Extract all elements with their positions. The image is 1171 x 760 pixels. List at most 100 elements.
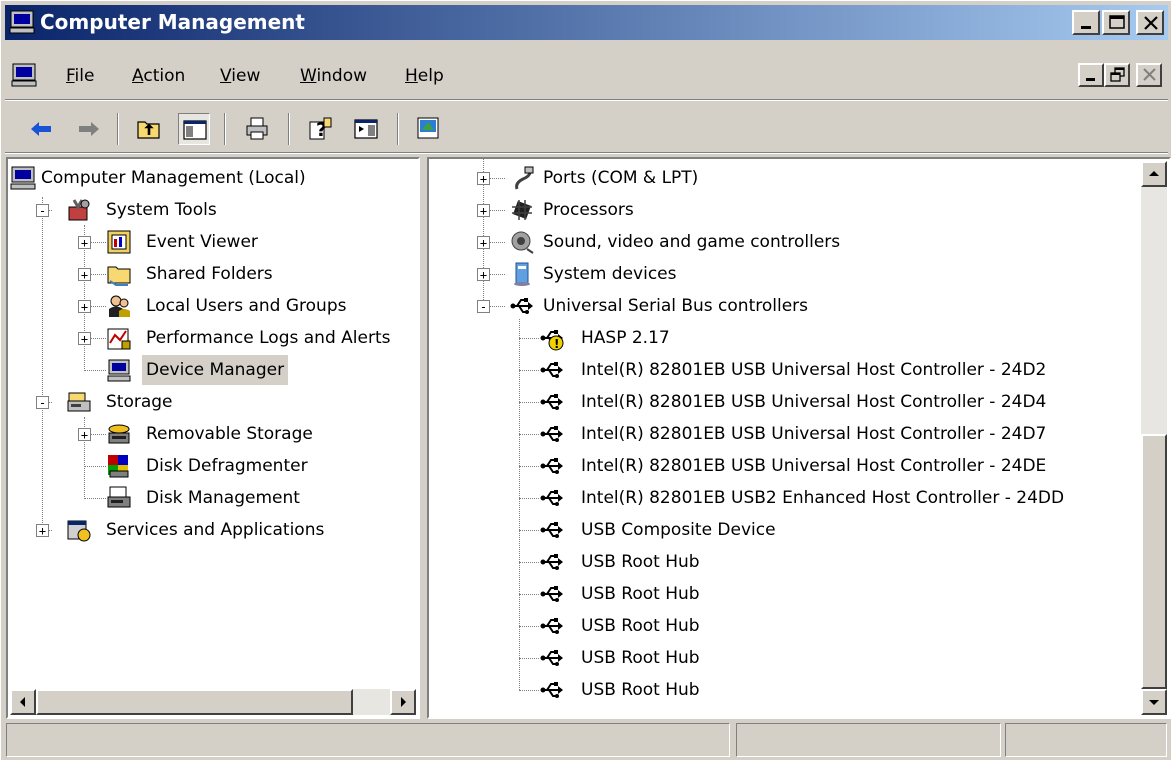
tree-horizontal-scrollbar[interactable] <box>10 689 416 715</box>
tree-node-disk-defragmenter[interactable]: Disk Defragmenter <box>8 451 418 481</box>
expand-toggle[interactable]: + <box>78 300 91 314</box>
scroll-up-button[interactable] <box>1141 161 1167 187</box>
processor-icon <box>512 200 532 220</box>
print-button[interactable] <box>241 113 273 145</box>
computer-management-window: Computer Management File Action View Win… <box>0 0 1171 760</box>
up-one-level-button[interactable] <box>133 113 165 145</box>
toolbar: ? <box>5 107 1168 151</box>
device-category-sound-video-game[interactable]: + Sound, video and game controllers <box>429 227 1129 257</box>
title-bar[interactable]: Computer Management <box>5 5 1168 40</box>
scroll-right-button[interactable] <box>390 689 416 715</box>
device-category-usb-controllers[interactable]: - Universal Serial Bus controllers <box>429 291 1129 321</box>
computer-management-icon <box>9 10 35 34</box>
show-hide-action-pane-button[interactable] <box>350 113 382 145</box>
event-viewer-icon <box>107 230 131 254</box>
properties-button[interactable] <box>413 113 445 145</box>
menu-window[interactable]: Window <box>300 65 367 87</box>
forward-arrow-icon <box>79 122 99 136</box>
expand-toggle[interactable]: + <box>78 236 91 250</box>
menu-view[interactable]: View <box>220 65 260 87</box>
show-hide-action-pane-icon <box>354 119 378 139</box>
close-icon <box>1143 68 1156 81</box>
system-devices-icon <box>514 262 530 286</box>
menu-action[interactable]: Action <box>132 65 185 87</box>
collapse-toggle[interactable]: - <box>477 300 490 314</box>
print-icon <box>246 117 268 140</box>
expand-toggle[interactable]: + <box>477 204 490 218</box>
tree-node-local-users-and-groups[interactable]: + Local Users and Groups <box>8 291 418 321</box>
usb-device-item[interactable]: USB Root Hub <box>429 547 1129 577</box>
usb-device-item[interactable]: USB Root Hub <box>429 579 1129 609</box>
usb-device-item[interactable]: Intel(R) 82801EB USB Universal Host Cont… <box>429 387 1129 417</box>
expand-toggle[interactable]: + <box>477 268 490 282</box>
usb-device-item[interactable]: Intel(R) 82801EB USB Universal Host Cont… <box>429 451 1129 481</box>
usb-icon <box>540 586 563 602</box>
close-icon <box>1144 16 1158 30</box>
scroll-left-button[interactable] <box>10 689 36 715</box>
device-category-system-devices[interactable]: + System devices <box>429 259 1129 289</box>
maximize-button[interactable] <box>1102 10 1130 35</box>
shared-folders-icon <box>107 266 131 286</box>
mdi-restore-button[interactable] <box>1104 63 1130 87</box>
tree-node-device-manager[interactable]: Device Manager <box>8 355 418 385</box>
console-tree-pane[interactable]: Computer Management (Local) - System Too… <box>6 157 420 719</box>
status-panel-2 <box>736 723 1001 757</box>
arrow-right-icon <box>401 697 406 707</box>
expand-toggle[interactable]: + <box>78 268 91 282</box>
usb-icon <box>510 298 533 314</box>
menu-file[interactable]: File <box>66 65 94 87</box>
show-hide-console-tree-button[interactable] <box>178 113 210 145</box>
expand-toggle[interactable]: + <box>477 236 490 250</box>
device-list-pane[interactable]: + Ports (COM & LPT) + Processors + Sound… <box>427 157 1171 719</box>
tree-node-computer-management-local[interactable]: Computer Management (Local) <box>8 163 418 193</box>
menu-bar: File Action View Window Help <box>5 55 1168 95</box>
usb-icon <box>540 650 563 666</box>
collapse-toggle[interactable]: - <box>36 204 49 218</box>
collapse-toggle[interactable]: - <box>36 396 49 410</box>
storage-icon <box>67 392 91 412</box>
device-category-processors[interactable]: + Processors <box>429 195 1129 225</box>
usb-icon <box>540 458 563 474</box>
help-button[interactable]: ? <box>305 113 337 145</box>
device-category-ports[interactable]: + Ports (COM & LPT) <box>429 163 1129 193</box>
arrow-down-icon <box>1149 700 1159 705</box>
menu-help[interactable]: Help <box>405 65 444 87</box>
tree-node-services-and-applications[interactable]: + Services and Applications <box>8 515 418 545</box>
tree-node-system-tools[interactable]: - System Tools <box>8 195 418 225</box>
usb-device-item[interactable]: Intel(R) 82801EB USB2 Enhanced Host Cont… <box>429 483 1129 513</box>
tree-node-event-viewer[interactable]: + Event Viewer <box>8 227 418 257</box>
port-icon <box>515 166 534 190</box>
usb-device-item[interactable]: USB Composite Device <box>429 515 1129 545</box>
tree-node-removable-storage[interactable]: + Removable Storage <box>8 419 418 449</box>
expand-toggle[interactable]: + <box>36 524 49 538</box>
device-list-vertical-scrollbar[interactable] <box>1141 161 1167 715</box>
usb-device-item[interactable]: USB Root Hub <box>429 675 1129 705</box>
scroll-down-button[interactable] <box>1141 689 1167 715</box>
expand-toggle[interactable]: + <box>78 428 91 442</box>
maximize-icon <box>1109 15 1125 29</box>
horizontal-scroll-thumb[interactable] <box>36 689 353 715</box>
expand-toggle[interactable]: + <box>477 172 490 186</box>
mdi-close-button[interactable] <box>1136 63 1162 87</box>
vertical-scroll-thumb[interactable] <box>1141 434 1167 689</box>
back-button[interactable] <box>25 113 57 145</box>
expand-toggle[interactable]: + <box>78 332 91 346</box>
tree-node-disk-management[interactable]: Disk Management <box>8 483 418 513</box>
tree-node-performance-logs-and-alerts[interactable]: + Performance Logs and Alerts <box>8 323 418 353</box>
mdi-minimize-button[interactable] <box>1078 63 1104 87</box>
services-applications-icon <box>67 520 91 542</box>
system-tools-icon <box>68 199 90 221</box>
tree-node-shared-folders[interactable]: + Shared Folders <box>8 259 418 289</box>
usb-device-item[interactable]: USB Root Hub <box>429 643 1129 673</box>
usb-device-item[interactable]: ! HASP 2.17 <box>429 323 1129 353</box>
forward-button[interactable] <box>73 113 105 145</box>
computer-icon <box>10 166 36 190</box>
minimize-button[interactable] <box>1072 10 1100 35</box>
usb-device-item[interactable]: Intel(R) 82801EB USB Universal Host Cont… <box>429 355 1129 385</box>
tree-node-storage[interactable]: - Storage <box>8 387 418 417</box>
close-button[interactable] <box>1136 10 1164 35</box>
usb-device-item[interactable]: USB Root Hub <box>429 611 1129 641</box>
usb-device-item[interactable]: Intel(R) 82801EB USB Universal Host Cont… <box>429 419 1129 449</box>
document-icon[interactable] <box>11 63 37 87</box>
removable-storage-icon <box>108 424 130 444</box>
